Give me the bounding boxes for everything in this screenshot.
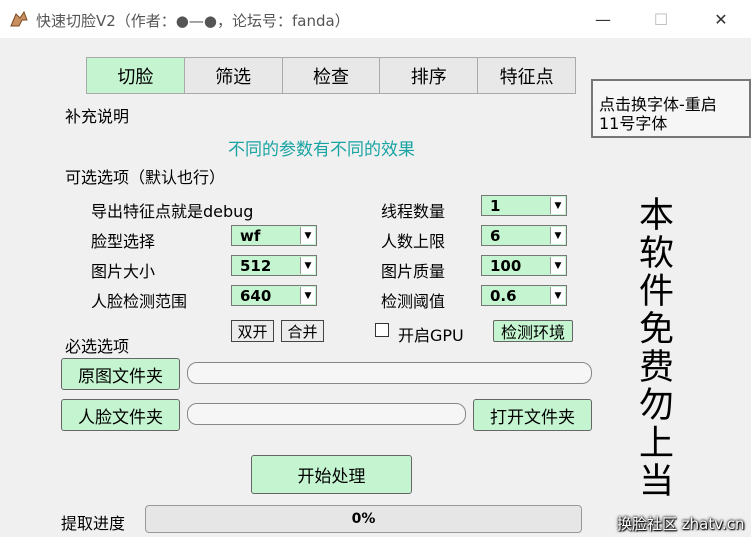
quality-select[interactable]: 100 ▼ [481,255,567,276]
people-limit-label: 人数上限 [381,232,446,251]
chevron-down-icon: ▼ [550,257,565,274]
face-type-select[interactable]: wf ▼ [231,225,317,246]
font-change-line2: 11号字体 [599,114,668,133]
progress-label: 提取进度 [61,514,126,533]
notes-tip: 不同的参数有不同的效果 [228,140,415,160]
face-folder-button[interactable]: 人脸文件夹 [61,399,180,431]
window-title: 快速切脸V2（作者：●—●，论坛号：fanda） [36,12,350,30]
tab-landmarks[interactable]: 特征点 [477,57,576,94]
open-folder-button[interactable]: 打开文件夹 [473,399,592,431]
optional-heading: 可选选项（默认也行） [65,168,226,187]
gpu-checkbox[interactable] [375,323,389,337]
image-size-value: 512 [240,256,272,275]
quality-label: 图片质量 [381,262,446,281]
progress-value: 0% [351,511,376,527]
progress-bar: 0% [145,505,582,533]
close-button[interactable]: ✕ [694,0,748,38]
face-folder-input[interactable] [187,403,466,425]
tab-filter[interactable]: 筛选 [183,57,282,94]
font-change-box[interactable]: 点击换字体-重启 11号字体 [591,79,751,138]
notice-char: 本 [639,197,675,236]
title-bar: 快速切脸V2（作者：●—●，论坛号：fanda） — ☐ ✕ [0,0,751,38]
notice-char: 上 [639,424,675,464]
tab-bar: 切脸 筛选 检查 排序 特征点 [86,57,576,94]
dual-open-button[interactable]: 双开 [231,320,274,342]
chevron-down-icon: ▼ [300,227,315,244]
chevron-down-icon: ▼ [550,287,565,304]
chevron-down-icon: ▼ [300,257,315,274]
threads-value: 1 [490,196,501,215]
maximize-button[interactable]: ☐ [634,0,688,38]
source-folder-button[interactable]: 原图文件夹 [61,358,180,390]
notice-char: 当 [639,462,675,502]
detect-range-value: 640 [240,286,272,305]
people-limit-select[interactable]: 6 ▼ [481,225,567,246]
notice-char: 软 [639,234,675,274]
threshold-select[interactable]: 0.6 ▼ [481,285,567,306]
threshold-value: 0.6 [490,286,517,305]
tab-cut-face[interactable]: 切脸 [86,57,184,94]
notice-char: 件 [639,272,675,312]
tab-check[interactable]: 检查 [281,57,380,94]
people-limit-value: 6 [490,226,501,245]
chevron-down-icon: ▼ [550,197,565,214]
watermark: 换脸社区 zhatv.cn [617,515,745,533]
notes-heading: 补充说明 [65,107,130,126]
check-env-button[interactable]: 检测环境 [493,320,573,342]
app-icon [10,10,28,27]
image-size-select[interactable]: 512 ▼ [231,255,317,276]
export-landmarks-label: 导出特征点就是debug [91,202,254,221]
chevron-down-icon: ▼ [300,287,315,304]
notice-char: 勿 [639,386,675,426]
minimize-button[interactable]: — [576,0,630,38]
threads-select[interactable]: 1 ▼ [481,195,567,216]
start-process-button[interactable]: 开始处理 [251,455,412,494]
notice-char: 免 [639,310,675,350]
merge-button[interactable]: 合并 [281,320,324,342]
detect-range-select[interactable]: 640 ▼ [231,285,317,306]
threads-label: 线程数量 [381,202,446,221]
chevron-down-icon: ▼ [550,227,565,244]
image-size-label: 图片大小 [91,262,156,281]
threshold-label: 检测阈值 [381,292,446,311]
face-type-value: wf [240,226,261,245]
gpu-label: 开启GPU [398,326,464,345]
notice-char: 费 [639,348,675,388]
quality-value: 100 [490,256,522,275]
free-software-notice: 本 软 件 免 费 勿 上 当 [639,197,681,537]
source-folder-input[interactable] [187,362,592,384]
tab-sort[interactable]: 排序 [379,57,478,94]
face-type-label: 脸型选择 [91,232,156,251]
required-heading: 必选选项 [65,337,130,356]
detect-range-label: 人脸检测范围 [91,292,188,311]
